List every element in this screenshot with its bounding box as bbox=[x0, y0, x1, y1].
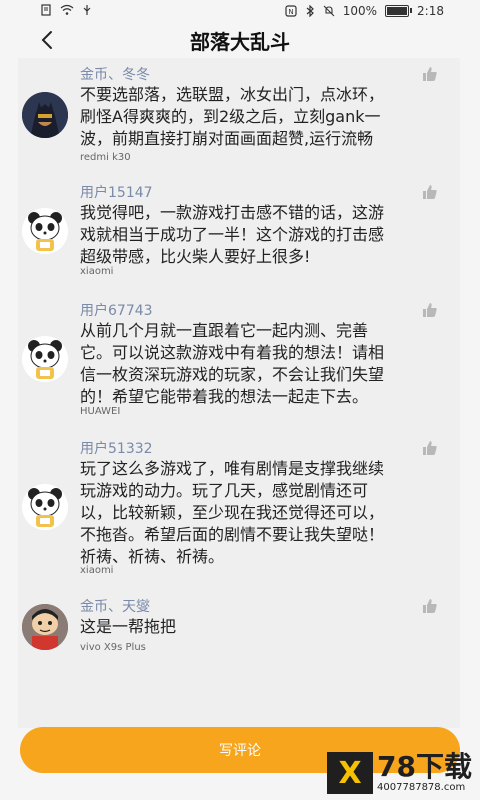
back-button[interactable] bbox=[34, 26, 62, 54]
page-title: 部落大乱斗 bbox=[190, 29, 290, 54]
comment-username[interactable]: 用户15147 bbox=[80, 182, 153, 202]
battery-icon bbox=[385, 5, 413, 17]
comment-list: 金币、冬冬 不要选部落，选联盟，冰女出门，点冰环， 刷怪A得爽爽的，到2级之后，… bbox=[18, 58, 460, 728]
comment-item: 金币、冬冬 不要选部落，选联盟，冰女出门，点冰环， 刷怪A得爽爽的，到2级之后，… bbox=[18, 64, 460, 168]
panda-avatar[interactable] bbox=[22, 484, 68, 530]
watermark-text: 78下载 4007787878.com bbox=[377, 752, 472, 794]
battery-percent: 100% bbox=[342, 4, 378, 18]
header: 部落大乱斗 bbox=[0, 22, 480, 58]
comment-device: vivo X9s Plus bbox=[80, 642, 146, 653]
comment-item: 用户15147 我觉得吧，一款游戏打击感不错的话，这游 戏就相当于成功了一半！这… bbox=[18, 182, 460, 278]
svg-text:N: N bbox=[288, 8, 293, 16]
comment-text: 我觉得吧，一款游戏打击感不错的话，这游 戏就相当于成功了一半！这个游戏的打击感 … bbox=[80, 203, 385, 266]
sim-card-icon bbox=[40, 3, 52, 19]
clock: 2:18 bbox=[417, 4, 444, 18]
comment-device: redmi k30 bbox=[80, 152, 131, 163]
thumbs-up-icon[interactable] bbox=[422, 440, 438, 456]
watermark-sub: 4007787878.com bbox=[377, 782, 466, 793]
bluetooth-icon bbox=[305, 5, 315, 17]
thumbs-up-icon[interactable] bbox=[422, 302, 438, 318]
comment-username[interactable]: 用户67743 bbox=[80, 300, 153, 320]
panda-avatar[interactable] bbox=[22, 336, 68, 382]
status-left bbox=[40, 3, 92, 19]
comment-text: 从前几个月就一直跟着它一起内测、完善 它。可以说这款游戏中有着我的想法！请相 信… bbox=[80, 321, 385, 406]
comment-item: 金币、天燮 这是一帮拖把 vivo X9s Plus bbox=[18, 596, 460, 666]
wifi-icon bbox=[60, 4, 74, 19]
comment-text: 玩了这么多游戏了，唯有剧情是支撑我继续 玩游戏的动力。玩了几天，感觉剧情还可 以… bbox=[80, 459, 385, 566]
panda-avatar[interactable] bbox=[22, 208, 68, 254]
status-right: N 100% 2:18 bbox=[285, 4, 444, 18]
status-bar: N 100% 2:18 bbox=[0, 0, 480, 22]
comment-username[interactable]: 金币、冬冬 bbox=[80, 64, 150, 84]
cartoon-boy-avatar[interactable] bbox=[22, 604, 68, 650]
comment-item: 用户51332 玩了这么多游戏了，唯有剧情是支撑我继续 玩游戏的动力。玩了几天，… bbox=[18, 438, 460, 578]
thumbs-up-icon[interactable] bbox=[422, 598, 438, 614]
watermark-x-icon: X bbox=[327, 752, 374, 794]
back-arrow-icon bbox=[41, 31, 52, 49]
comment-device: HUAWEI bbox=[80, 406, 121, 417]
comment-username[interactable]: 金币、天燮 bbox=[80, 596, 150, 616]
comment-device: xiaomi bbox=[80, 565, 114, 576]
thumbs-up-icon[interactable] bbox=[422, 184, 438, 200]
thumbs-up-icon[interactable] bbox=[422, 66, 438, 82]
nfc-icon: N bbox=[285, 5, 297, 17]
comment-item: 用户67743 从前几个月就一直跟着它一起内测、完善 它。可以说这款游戏中有着我… bbox=[18, 300, 460, 420]
watermark-logo: X 78下载 4007787878.com bbox=[327, 752, 472, 794]
comment-username[interactable]: 用户51332 bbox=[80, 438, 153, 458]
comment-text: 不要选部落，选联盟，冰女出门，点冰环， 刷怪A得爽爽的，到2级之后，立刻gank… bbox=[80, 85, 385, 148]
mute-icon bbox=[323, 5, 335, 17]
comment-text: 这是一帮拖把 bbox=[80, 617, 177, 636]
watermark-main: 78下载 bbox=[377, 750, 472, 783]
comment-device: xiaomi bbox=[80, 266, 114, 277]
dark-hero-avatar[interactable] bbox=[22, 92, 68, 138]
usb-icon bbox=[82, 4, 92, 19]
